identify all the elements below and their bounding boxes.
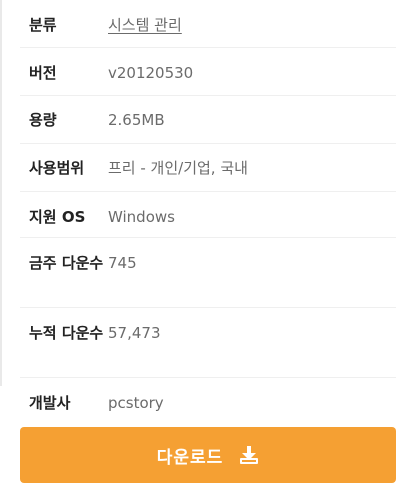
info-row-version: 버전 v20120530: [20, 48, 396, 96]
developer-label: 개발사: [29, 394, 71, 412]
download-button[interactable]: 다운로드: [20, 427, 396, 483]
weekly-downloads-value: 745: [108, 254, 137, 272]
info-row-size: 용량 2.65MB: [20, 96, 396, 144]
info-row-total-downloads: 누적 다운수 57,473: [20, 308, 396, 378]
download-button-label: 다운로드: [156, 447, 224, 468]
developer-value: pcstory: [108, 394, 164, 412]
category-link[interactable]: 시스템 관리: [108, 16, 182, 34]
info-row-developer: 개발사 pcstory: [20, 378, 396, 426]
total-downloads-value: 57,473: [108, 324, 161, 342]
os-value: Windows: [108, 208, 175, 226]
version-label: 버전: [29, 64, 57, 82]
usage-value: 프리 - 개인/기업, 국내: [108, 159, 248, 177]
software-info-table: 분류 시스템 관리 버전 v20120530 용량 2.65MB 사용범위 프리…: [20, 0, 396, 426]
category-label: 분류: [29, 16, 57, 34]
info-row-category: 분류 시스템 관리: [20, 0, 396, 48]
info-row-usage: 사용범위 프리 - 개인/기업, 국내: [20, 144, 396, 192]
info-row-os: 지원 OS Windows: [20, 192, 396, 238]
size-label: 용량: [29, 111, 57, 129]
os-label: 지원 OS: [29, 208, 86, 226]
weekly-downloads-label: 금주 다운수: [29, 254, 104, 272]
version-value: v20120530: [108, 64, 194, 82]
total-downloads-label: 누적 다운수: [29, 324, 104, 342]
left-divider: [0, 0, 2, 386]
download-icon: [239, 445, 259, 465]
usage-label: 사용범위: [29, 159, 85, 177]
info-row-weekly-downloads: 금주 다운수 745: [20, 238, 396, 308]
size-value: 2.65MB: [108, 111, 165, 129]
